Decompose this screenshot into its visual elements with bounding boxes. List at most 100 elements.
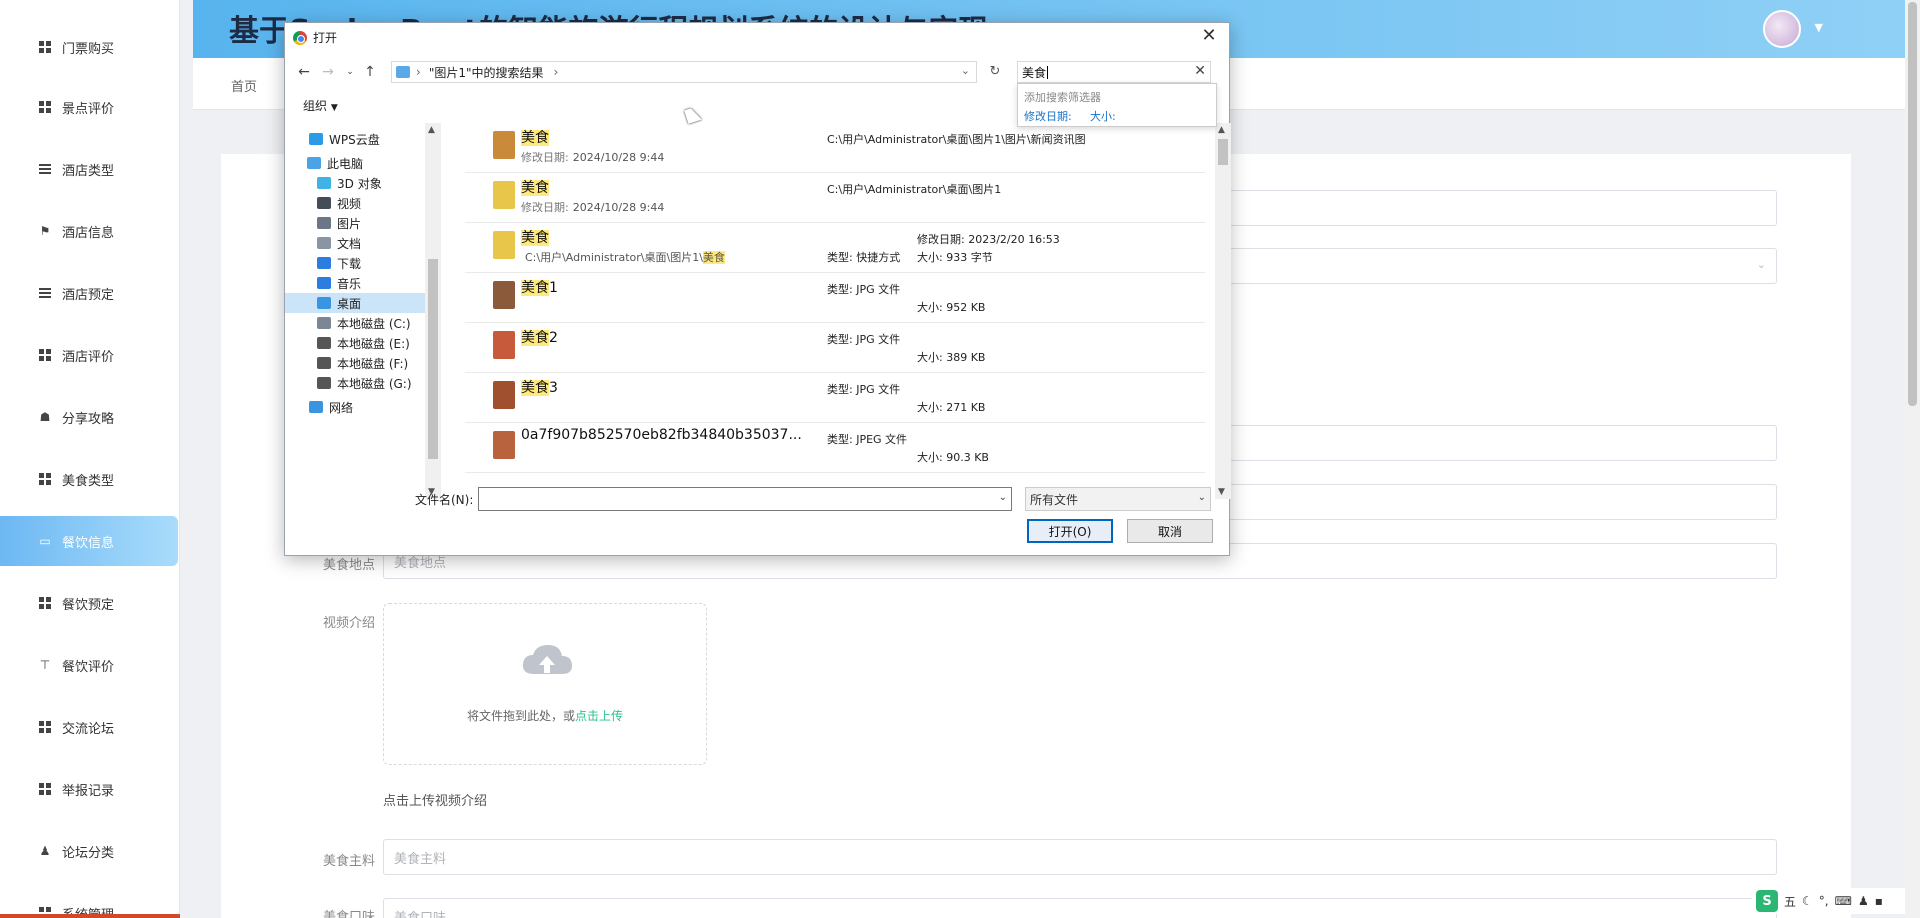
file-detail: 大小: 952 KB <box>917 301 986 314</box>
clear-search-icon[interactable]: ✕ <box>1194 63 1206 79</box>
food-location-label: 美食地点 <box>323 558 376 573</box>
nav-pane-item-label: 本地磁盘 (F:) <box>337 356 409 371</box>
sidebar-item[interactable]: ⚑ 酒店信息 <box>0 206 178 256</box>
recent-locations-icon[interactable]: ⌄ <box>339 61 361 83</box>
sidebar-item[interactable]: 酒店预定 <box>0 268 178 318</box>
form-field-3[interactable] <box>1221 425 1777 461</box>
file-list-scrollbar-thumb[interactable] <box>1218 139 1228 165</box>
sidebar-item[interactable]: 景点评价 <box>0 82 178 132</box>
search-match: 美食 <box>702 251 725 264</box>
file-row[interactable]: 美食 C:\用户\Administrator\桌面\图片1\美食 类型: 快捷方式修… <box>465 223 1205 273</box>
nav-pane-item[interactable]: 文档 <box>317 233 361 253</box>
keyboard-icon[interactable]: ⌨ <box>1835 894 1852 908</box>
file-row[interactable]: 美食1 类型: JPG 文件 大小: 952 KB <box>465 273 1205 323</box>
navigation-scrollbar[interactable]: ▲ ▼ <box>425 123 441 499</box>
filter-modified-date[interactable]: 修改日期: <box>1024 108 1072 124</box>
ime-mode[interactable]: 五 <box>1784 893 1796 910</box>
sidebar-item[interactable]: 酒店评价 <box>0 330 178 380</box>
file-row[interactable]: 美食3 类型: JPG 文件 大小: 271 KB <box>465 373 1205 423</box>
nav-pane-item[interactable]: 本地磁盘 (G:) <box>317 373 412 393</box>
nav-pane-item[interactable]: 下载 <box>317 253 361 273</box>
moon-icon[interactable]: ☾ <box>1802 894 1813 908</box>
punctuation-icon[interactable]: °, <box>1819 894 1829 908</box>
breadcrumb-chevron-icon[interactable]: › <box>416 65 421 79</box>
breadcrumb-chevron-icon[interactable]: › <box>554 65 559 79</box>
sidebar-item[interactable]: 餐饮预定 <box>0 578 178 628</box>
cloud-upload-icon <box>522 645 572 674</box>
sidebar-item[interactable]: 门票购买 <box>0 22 178 72</box>
tab-home[interactable]: 首页 <box>231 76 257 95</box>
search-match: 美食 <box>521 380 549 396</box>
scroll-down-icon[interactable]: ▼ <box>1218 487 1225 497</box>
video-upload-dropzone[interactable]: 将文件拖到此处，或点击上传 <box>383 603 707 765</box>
file-row[interactable]: 美食 修改日期: 2024/10/28 9:44 C:\用户\Administrato… <box>465 173 1205 223</box>
file-list-scrollbar[interactable]: ▲ ▼ <box>1215 123 1231 499</box>
text-caret <box>1047 65 1049 79</box>
file-row[interactable]: 美食2 类型: JPG 文件 大小: 389 KB <box>465 323 1205 373</box>
breadcrumb[interactable]: "图片1"中的搜索结果 <box>429 64 544 81</box>
file-type-select[interactable]: 所有文件 ⌄ <box>1025 487 1211 511</box>
chevron-down-icon[interactable]: ⌄ <box>999 492 1007 503</box>
sidebar-item[interactable]: 举报记录 <box>0 764 178 814</box>
user-icon[interactable]: ♟ <box>1858 894 1869 908</box>
sidebar-item[interactable]: ♟ 论坛分类 <box>0 826 178 876</box>
sidebar-item[interactable]: ⊤ 餐饮评价 <box>0 640 178 690</box>
upload-tip: 点击上传视频介绍 <box>383 794 488 809</box>
file-subtitle: C:\用户\Administrator\桌面\图片1\美食 <box>521 249 725 265</box>
nav-pane-item[interactable]: 本地磁盘 (E:) <box>317 333 410 353</box>
sidebar-item[interactable]: 美食类型 <box>0 454 178 504</box>
search-input[interactable]: 美食 ✕ <box>1017 61 1211 83</box>
nav-pane-item[interactable]: 视频 <box>317 193 361 213</box>
file-subtitle <box>521 449 525 462</box>
settings-icon[interactable]: ▪ <box>1875 894 1883 908</box>
sidebar-item[interactable]: ☗ 分享攻略 <box>0 392 178 442</box>
list-icon <box>38 286 52 300</box>
user-avatar[interactable] <box>1763 10 1801 48</box>
nav-pane-item-label: 下载 <box>337 256 362 271</box>
refresh-icon[interactable]: ↻ <box>985 61 1005 83</box>
nav-pane-item[interactable]: WPS云盘 <box>309 129 380 149</box>
nav-pane-item[interactable]: 此电脑 <box>307 153 363 173</box>
file-row[interactable]: 美食 修改日期: 2024/10/28 9:44 C:\用户\Administrato… <box>465 123 1205 173</box>
file-detail: 类型: 快捷方式 <box>827 251 901 264</box>
chevron-down-icon[interactable]: ▼ <box>1815 21 1823 34</box>
forward-arrow-icon[interactable]: → <box>317 61 339 83</box>
close-icon[interactable]: ✕ <box>1199 25 1219 46</box>
form-field-1[interactable] <box>1221 190 1777 226</box>
open-button[interactable]: 打开(O) <box>1027 519 1113 543</box>
sidebar-item[interactable]: 酒店类型 <box>0 144 178 194</box>
main-ingredient-input[interactable]: 美食主料 <box>383 839 1777 875</box>
nav-pane-item[interactable]: 图片 <box>317 213 361 233</box>
filename-input[interactable]: ⌄ <box>478 487 1012 511</box>
sogou-ime-icon[interactable]: S <box>1756 890 1778 912</box>
nav-pane-item[interactable]: 网络 <box>309 397 353 417</box>
nav-pane-item-label: 本地磁盘 (C:) <box>337 316 411 331</box>
page-scrollbar[interactable] <box>1905 0 1920 918</box>
file-name: 0a7f907b852570eb82fb34840b35037... <box>521 427 802 443</box>
nav-pane-item[interactable]: 音乐 <box>317 273 361 293</box>
page-scrollbar-thumb[interactable] <box>1908 2 1917 406</box>
form-select-2[interactable]: ⌄ <box>1221 248 1777 284</box>
nav-pane-item[interactable]: 桌面 <box>285 293 425 313</box>
nav-pane-item[interactable]: 3D 对象 <box>317 173 382 193</box>
scroll-up-icon[interactable]: ▲ <box>1218 125 1225 135</box>
nav-pane-item[interactable]: 本地磁盘 (C:) <box>317 313 411 333</box>
up-arrow-icon[interactable]: ↑ <box>359 61 381 83</box>
scroll-up-icon[interactable]: ▲ <box>428 125 435 135</box>
cancel-button[interactable]: 取消 <box>1127 519 1213 543</box>
nav-pane-item[interactable]: 本地磁盘 (F:) <box>317 353 408 373</box>
upload-link[interactable]: 点击上传 <box>575 709 623 723</box>
file-row[interactable]: 0a7f907b852570eb82fb34840b35037... 类型: JP… <box>465 423 1205 473</box>
navigation-scrollbar-thumb[interactable] <box>428 259 438 459</box>
sidebar-item[interactable]: 交流论坛 <box>0 702 178 752</box>
navigation-pane: WPS云盘此电脑 3D 对象 视频 图片 文档下载音乐 桌面本地磁盘 (C:) 本地磁盘 (… <box>285 123 441 499</box>
sidebar-item[interactable]: ▭ 餐饮信息 <box>0 516 178 566</box>
back-arrow-icon[interactable]: ← <box>293 61 315 83</box>
food-taste-input[interactable]: 美食口味 <box>383 898 1777 918</box>
chevron-down-icon[interactable]: ⌄ <box>961 64 970 77</box>
form-field-4[interactable] <box>1221 484 1777 520</box>
file-subtitle <box>521 299 525 312</box>
address-bar[interactable]: › "图片1"中的搜索结果 › ⌄ <box>391 61 977 83</box>
organize-button[interactable]: 组织 ▼ <box>303 97 338 114</box>
filter-size[interactable]: 大小: <box>1090 108 1116 124</box>
